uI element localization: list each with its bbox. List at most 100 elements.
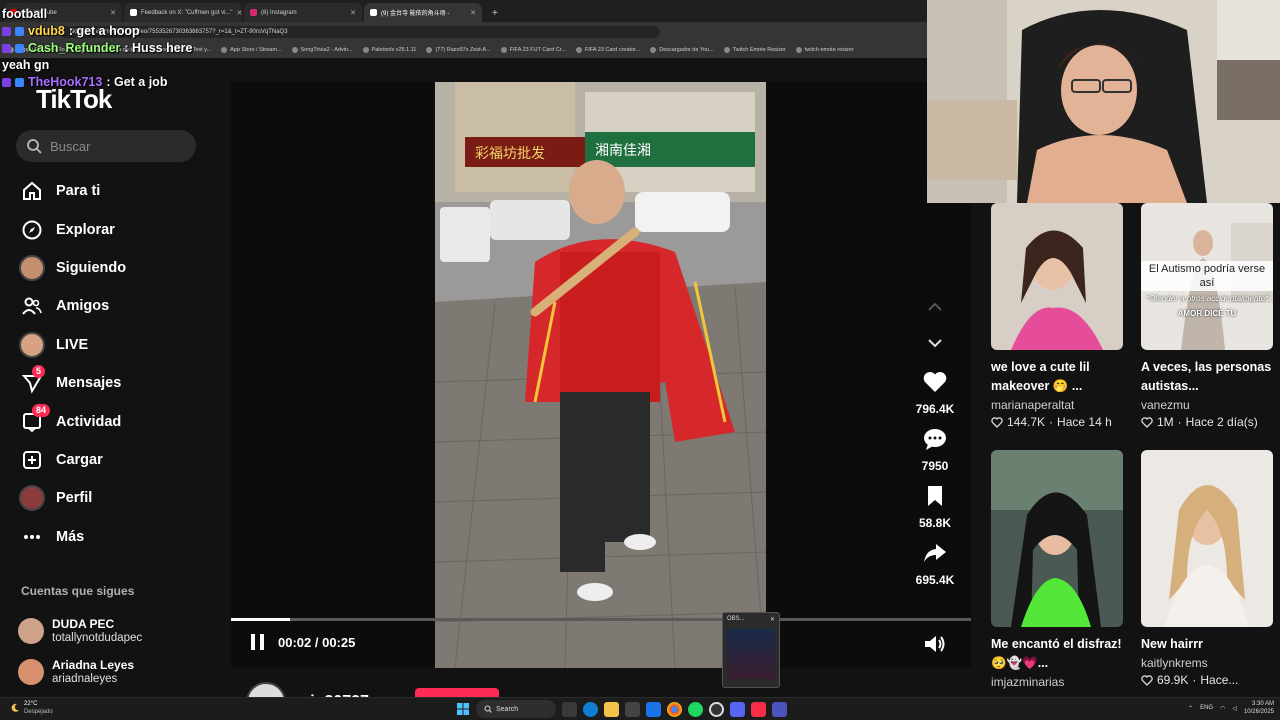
progress-bar[interactable]	[231, 618, 971, 621]
meta-separator: ·	[1049, 415, 1054, 429]
sidebar-item-amigos[interactable]: Amigos	[18, 287, 218, 325]
chrome-icon[interactable]	[667, 701, 682, 717]
chevron-up-icon[interactable]	[926, 300, 944, 314]
weather-widget[interactable]: 22°C Despejado	[10, 700, 53, 716]
bookmark-item[interactable]: Descargador de You...	[650, 47, 714, 53]
share-icon[interactable]	[922, 541, 948, 570]
chat-badge-icon	[15, 44, 24, 53]
sidebar-item-label: Amigos	[56, 298, 110, 315]
comment-icon[interactable]	[922, 427, 948, 456]
comment-button[interactable]: 7950	[906, 427, 964, 484]
video-title[interactable]: New hairrr	[1141, 635, 1273, 654]
sidebar-item-m-s[interactable]: Más	[18, 518, 218, 556]
chevron-up-icon[interactable]: ⌃	[1188, 705, 1193, 712]
like-count: 69.9K	[1157, 673, 1189, 687]
browser-tab[interactable]: (9) 金台寺 能依的角斗场 - ✕	[364, 3, 482, 22]
task-view-icon[interactable]	[562, 701, 577, 717]
sidebar-item-para-ti[interactable]: Para ti	[18, 172, 218, 210]
recommended-video-1[interactable]: we love a cute lil makeover 🤭 ... marian…	[991, 203, 1123, 429]
avatar[interactable]	[18, 617, 44, 644]
bookmark-favicon-icon	[650, 47, 657, 53]
bookmark-item[interactable]: FIFA 23 Card creator...	[575, 47, 640, 53]
volume-icon[interactable]	[922, 633, 948, 655]
search-input[interactable]	[50, 138, 180, 154]
obs-preview-popup[interactable]: OBS... ✕	[722, 612, 780, 688]
language-indicator[interactable]: ENG	[1200, 705, 1213, 711]
bookmark-label: (77) Razo97s Zest-A...	[435, 47, 491, 53]
following-account-text: Ariadna Leyes ariadnaleyes	[52, 658, 134, 686]
account-name: DUDA PEC	[52, 616, 115, 631]
recommended-video-2[interactable]: El Autismo podría verse así *Ofender a o…	[1141, 203, 1273, 429]
sidebar-item-explorar[interactable]: Explorar	[18, 210, 218, 248]
bookmark-item[interactable]: Twitch Emote Resizer	[723, 47, 786, 53]
wifi-icon[interactable]: ◠	[1220, 705, 1225, 712]
sidebar-item-live[interactable]: LIVE	[18, 326, 218, 364]
heart-icon[interactable]	[922, 370, 948, 399]
avatar[interactable]	[18, 658, 44, 685]
taskbar-search[interactable]: Search	[476, 700, 556, 718]
teams-icon[interactable]	[772, 701, 787, 717]
bookmark-item[interactable]: twitch emote resizer	[795, 47, 854, 53]
bookmark-item[interactable]: FIFA 23 FUT Card Cr...	[500, 47, 566, 53]
search-box[interactable]	[16, 130, 196, 162]
discord-icon[interactable]	[730, 701, 745, 717]
tab-label: (9) 金台寺 能依的角斗场 -	[381, 11, 450, 17]
video-thumbnail[interactable]: El Autismo podría verse así *Ofender a o…	[1141, 203, 1273, 350]
start-button[interactable]	[455, 702, 470, 717]
sidebar-item-actividad[interactable]: 84 Actividad	[18, 402, 218, 440]
video-title[interactable]: Me encantó el disfraz! 🥺👻💗...	[991, 635, 1123, 673]
video-author[interactable]: vanezmu	[1141, 398, 1273, 412]
new-tab-icon[interactable]: +	[484, 8, 506, 22]
sidebar-item-cargar[interactable]: Cargar	[18, 441, 218, 479]
chat-username: vdub8	[28, 24, 65, 38]
close-icon[interactable]: ✕	[470, 9, 476, 17]
video-author[interactable]: kaitlynkrems	[1141, 656, 1273, 670]
clock[interactable]: 3:30 AM 10/26/2025	[1244, 700, 1274, 716]
share-button[interactable]: 695.4K	[906, 541, 964, 598]
storefront-sign-left: 彩福坊批发	[475, 146, 545, 162]
following-account[interactable]: DUDA PEC totallynotdudapec	[18, 610, 218, 651]
following-account[interactable]: Ariadna Leyes ariadnaleyes	[18, 651, 218, 692]
close-icon[interactable]: ✕	[237, 9, 242, 17]
video-author[interactable]: imjazminarias	[991, 675, 1123, 689]
recommended-video-4[interactable]: New hairrr kaitlynkrems 69.9K · Hace...	[1141, 450, 1273, 687]
bookmark-item[interactable]: SongTrivia2 - Advin...	[291, 47, 353, 53]
video-author[interactable]: marianaperaltat	[991, 398, 1123, 412]
sidebar-item-perfil[interactable]: Perfil	[18, 479, 218, 517]
bookmark-button[interactable]: 58.8K	[906, 484, 964, 541]
pause-icon[interactable]	[248, 632, 268, 652]
music-icon[interactable]	[751, 701, 766, 717]
bookmark-item[interactable]: App Store / Stream...	[221, 47, 282, 53]
taskbar-apps: Search	[455, 700, 787, 718]
close-icon[interactable]: ✕	[770, 616, 775, 623]
bookmark-label: twitch emote resizer	[804, 47, 854, 53]
notification-badge: 84	[32, 403, 51, 417]
bookmark-item[interactable]: (77) Razo97s Zest-A...	[426, 47, 491, 53]
video-thumbnail[interactable]	[991, 203, 1123, 350]
close-icon[interactable]: ✕	[350, 9, 356, 17]
edge-icon[interactable]	[583, 701, 598, 717]
video-title[interactable]: A veces, las personas autistas...	[1141, 358, 1273, 396]
heart-button[interactable]: 796.4K	[906, 370, 964, 427]
video-title[interactable]: we love a cute lil makeover 🤭 ...	[991, 358, 1123, 396]
video-frame[interactable]: 彩福坊批发 湘南佳湘	[435, 82, 766, 668]
bookmark-icon[interactable]	[922, 484, 948, 513]
mail-icon[interactable]	[646, 701, 661, 717]
obs-icon[interactable]	[709, 701, 724, 717]
chevron-down-icon[interactable]	[926, 336, 944, 350]
obs-title-bar: OBS... ✕	[723, 613, 779, 626]
file-explorer-icon[interactable]	[604, 701, 619, 717]
recommended-video-3[interactable]: Me encantó el disfraz! 🥺👻💗... imjazminar…	[991, 450, 1123, 689]
heart-outline-icon	[1141, 674, 1153, 686]
thumbnail-image	[991, 450, 1123, 627]
speaker-icon[interactable]: ◁	[1232, 705, 1237, 712]
video-thumbnail[interactable]	[991, 450, 1123, 627]
browser-tab[interactable]: (8) Instagram ✕	[244, 3, 362, 22]
video-thumbnail[interactable]	[1141, 450, 1273, 627]
sidebar-item-siguiendo[interactable]: Siguiendo	[18, 249, 218, 287]
bookmark-item[interactable]: Paletools v25.1.11	[362, 47, 416, 53]
sidebar-item-label: Actividad	[56, 413, 122, 430]
sidebar-item-mensajes[interactable]: 5 Mensajes	[18, 364, 218, 402]
spotify-icon[interactable]	[688, 701, 703, 717]
store-icon[interactable]	[625, 701, 640, 717]
